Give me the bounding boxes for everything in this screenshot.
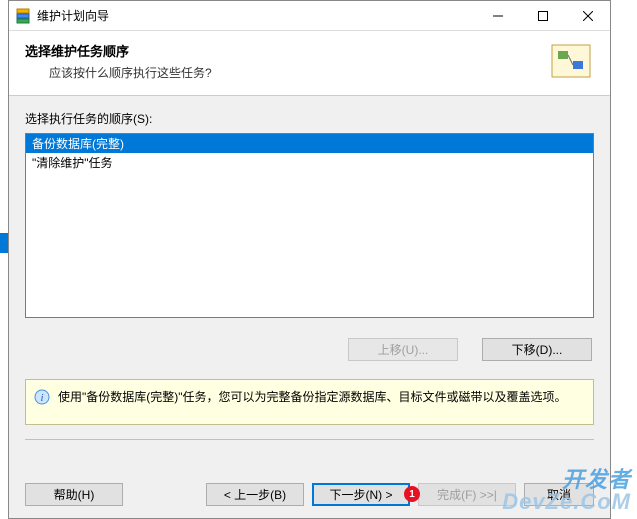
header-subtitle: 应该按什么顺序执行这些任务?: [49, 64, 546, 81]
separator: [25, 439, 594, 440]
list-item[interactable]: "清除维护"任务: [26, 153, 593, 172]
cancel-button[interactable]: 取消: [524, 483, 594, 506]
titlebar: 维护计划向导: [9, 1, 610, 31]
list-label: 选择执行任务的顺序(S):: [25, 110, 594, 127]
annotation-badge: 1: [404, 486, 420, 502]
info-icon: i: [34, 389, 50, 405]
task-order-listbox[interactable]: 备份数据库(完整) "清除维护"任务: [25, 133, 594, 318]
finish-button[interactable]: 完成(F) >>|: [418, 483, 516, 506]
wizard-content: 选择执行任务的顺序(S): 备份数据库(完整) "清除维护"任务 上移(U)..…: [9, 96, 610, 473]
close-button[interactable]: [565, 1, 610, 30]
next-button[interactable]: 下一步(N) >: [312, 483, 410, 506]
move-down-button[interactable]: 下移(D)...: [482, 338, 592, 361]
app-icon: [15, 8, 31, 24]
wizard-header: 选择维护任务顺序 应该按什么顺序执行这些任务?: [9, 31, 610, 96]
maximize-button[interactable]: [520, 1, 565, 30]
minimize-button[interactable]: [475, 1, 520, 30]
help-button[interactable]: 帮助(H): [25, 483, 123, 506]
wizard-window: 维护计划向导 选择维护任务顺序 应该按什么顺序执行这些任务? 选择执行任务的顺序…: [8, 0, 611, 519]
back-button[interactable]: < 上一步(B): [206, 483, 304, 506]
wizard-footer: 帮助(H) < 上一步(B) 下一步(N) > 完成(F) >>| 取消 1: [9, 473, 610, 518]
header-title: 选择维护任务顺序: [25, 41, 546, 60]
move-up-button[interactable]: 上移(U)...: [348, 338, 458, 361]
info-text: 使用"备份数据库(完整)"任务，您可以为完整备份指定源数据库、目标文件或磁带以及…: [58, 388, 567, 406]
window-title: 维护计划向导: [37, 7, 109, 24]
background-highlight: [0, 233, 8, 253]
list-item[interactable]: 备份数据库(完整): [26, 134, 593, 153]
svg-text:i: i: [40, 392, 43, 404]
wizard-icon: [546, 41, 594, 83]
info-panel: i 使用"备份数据库(完整)"任务，您可以为完整备份指定源数据库、目标文件或磁带…: [25, 379, 594, 425]
